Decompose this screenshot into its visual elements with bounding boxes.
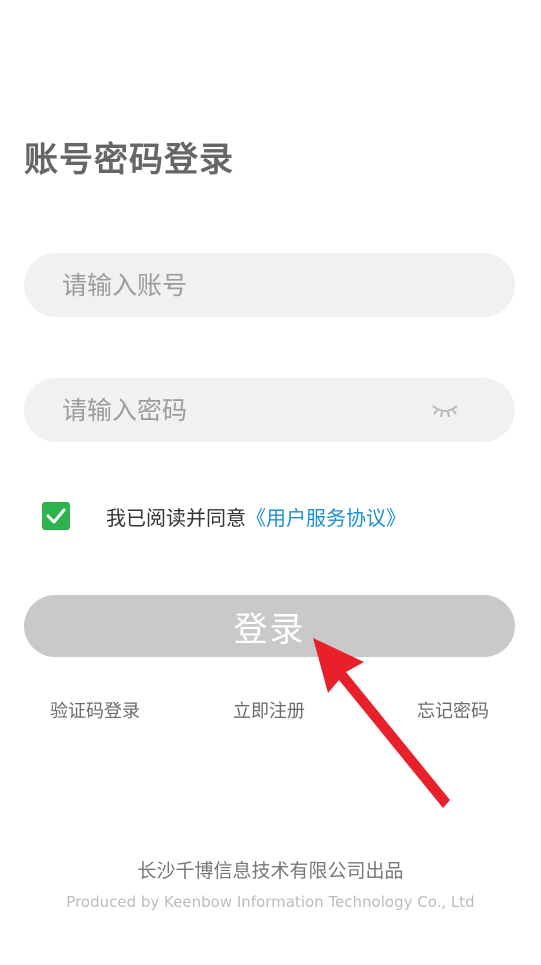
account-field[interactable] <box>24 253 515 317</box>
sms-login-link[interactable]: 验证码登录 <box>50 697 140 723</box>
password-field[interactable] <box>24 378 515 442</box>
agreement-prefix: 我已阅读并同意 <box>106 505 246 530</box>
user-agreement-link[interactable]: 《用户服务协议》 <box>246 506 406 530</box>
password-input[interactable] <box>62 378 422 442</box>
register-link[interactable]: 立即注册 <box>233 697 305 723</box>
check-icon <box>46 508 66 524</box>
footer-company-en: Produced by Keenbow Information Technolo… <box>66 893 475 911</box>
account-input[interactable] <box>62 253 422 317</box>
forgot-password-link[interactable]: 忘记密码 <box>417 697 489 723</box>
login-button[interactable]: 登录 <box>24 595 515 657</box>
page-title: 账号密码登录 <box>24 140 234 180</box>
eye-closed-icon[interactable] <box>430 398 460 422</box>
agreement-row: 我已阅读并同意《用户服务协议》 <box>42 502 406 530</box>
agreement-checkbox[interactable] <box>42 502 70 530</box>
footer-company-cn: 长沙千博信息技术有限公司出品 <box>137 860 404 882</box>
agreement-text: 我已阅读并同意《用户服务协议》 <box>106 502 406 531</box>
